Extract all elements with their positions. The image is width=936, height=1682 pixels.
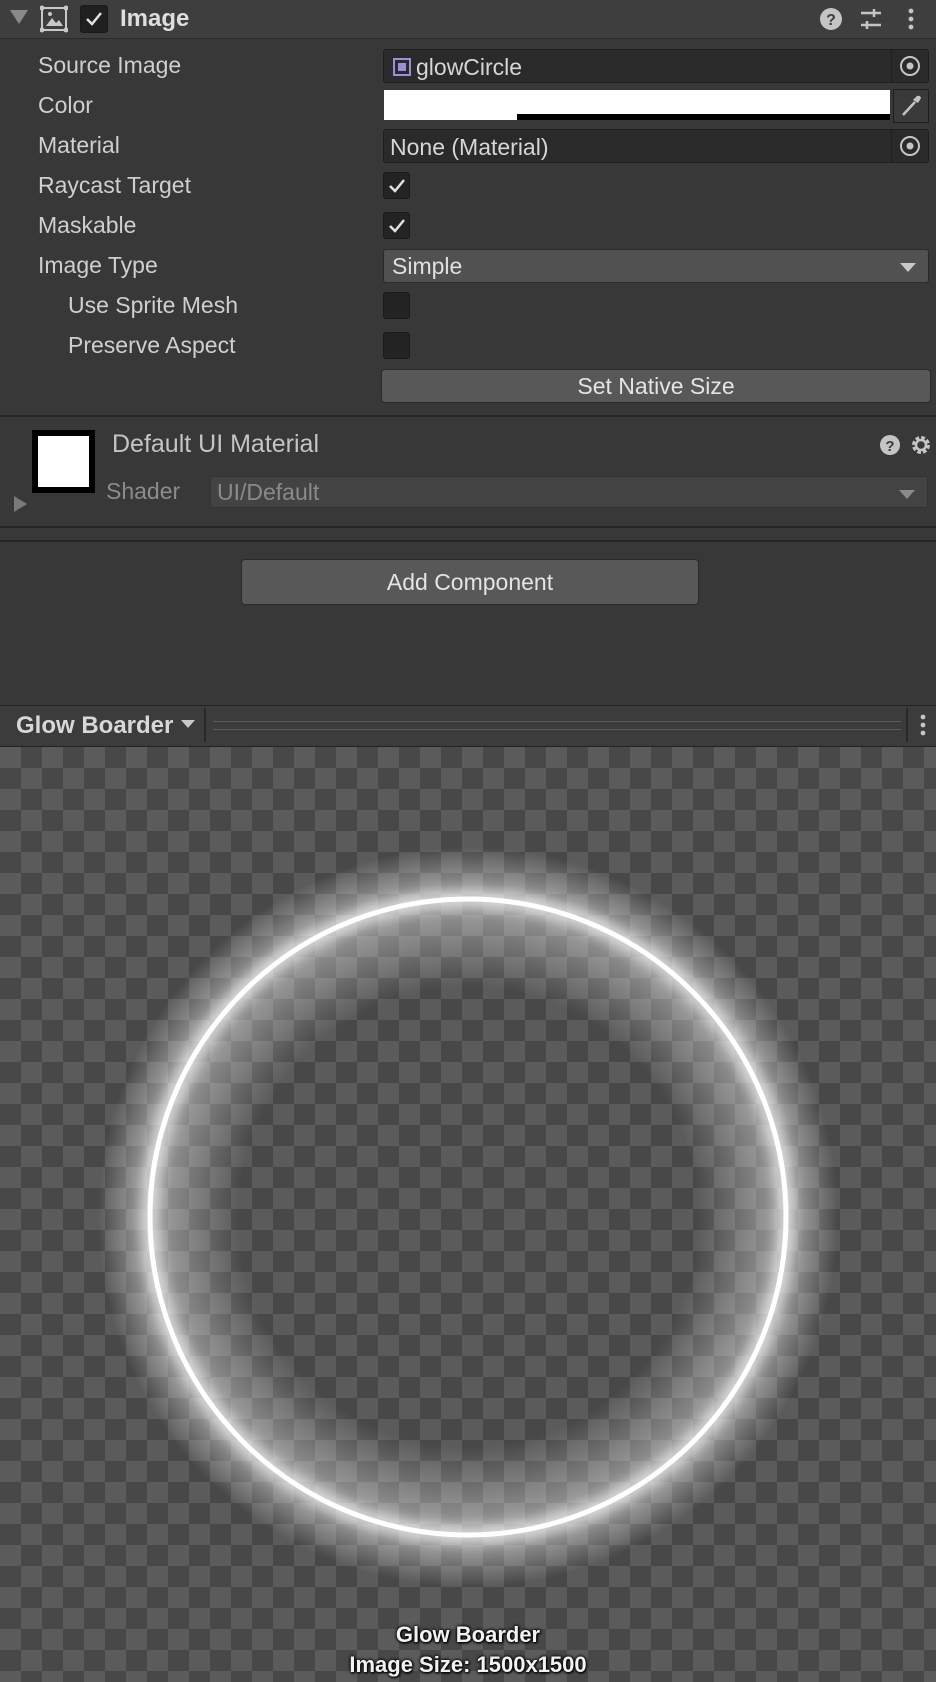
svg-text:?: ? bbox=[826, 12, 836, 29]
maskable-checkbox[interactable] bbox=[383, 212, 410, 239]
component-title: Image bbox=[120, 5, 190, 32]
gear-icon[interactable] bbox=[908, 432, 934, 458]
preview-title[interactable]: Glow Boarder bbox=[16, 712, 173, 740]
preserve-aspect-checkbox[interactable] bbox=[383, 332, 410, 359]
image-type-label: Image Type bbox=[38, 252, 158, 278]
chevron-down-icon bbox=[900, 263, 916, 272]
material-label: Material bbox=[38, 132, 120, 158]
eyedropper-icon[interactable] bbox=[893, 89, 929, 123]
image-type-value: Simple bbox=[392, 253, 463, 279]
color-label: Color bbox=[38, 92, 93, 118]
foldout-arrow-icon[interactable] bbox=[10, 10, 28, 24]
source-image-label: Source Image bbox=[38, 52, 182, 78]
material-title: Default UI Material bbox=[112, 430, 320, 458]
set-native-size-button[interactable]: Set Native Size bbox=[381, 369, 931, 403]
material-thumbnail bbox=[32, 430, 95, 493]
preview-caption-size: Image Size: 1500x1500 bbox=[349, 1652, 587, 1677]
divider bbox=[0, 415, 936, 417]
use-sprite-mesh-label: Use Sprite Mesh bbox=[68, 292, 239, 318]
glow-circle-preview bbox=[98, 847, 838, 1587]
material-field[interactable]: None (Material) bbox=[383, 129, 929, 163]
help-icon[interactable]: ? bbox=[818, 6, 844, 32]
component-enabled-checkbox[interactable] bbox=[80, 5, 108, 33]
material-value: None (Material) bbox=[390, 134, 549, 160]
image-type-dropdown[interactable]: Simple bbox=[383, 249, 929, 283]
shader-value: UI/Default bbox=[217, 479, 320, 505]
image-component-icon bbox=[39, 5, 69, 33]
object-picker-icon[interactable] bbox=[891, 130, 928, 162]
preserve-aspect-label: Preserve Aspect bbox=[68, 332, 236, 358]
source-image-field[interactable]: glowCircle bbox=[383, 49, 929, 83]
preset-sliders-icon[interactable] bbox=[858, 6, 884, 32]
svg-text:?: ? bbox=[885, 438, 894, 455]
chevron-down-icon bbox=[899, 490, 915, 499]
source-image-value: glowCircle bbox=[416, 54, 523, 80]
add-component-button[interactable]: Add Component bbox=[241, 559, 699, 605]
kebab-menu-icon[interactable] bbox=[910, 712, 936, 738]
chevron-down-icon[interactable] bbox=[181, 720, 195, 728]
divider bbox=[0, 526, 936, 528]
material-foldout-icon[interactable] bbox=[14, 496, 27, 512]
color-alpha-bar bbox=[517, 114, 890, 120]
shader-label: Shader bbox=[106, 478, 181, 504]
preview-caption-name: Glow Boarder bbox=[395, 1622, 541, 1647]
maskable-label: Maskable bbox=[38, 212, 137, 238]
sprite-icon bbox=[392, 57, 412, 82]
divider bbox=[906, 708, 908, 742]
help-icon[interactable]: ? bbox=[878, 433, 902, 457]
raycast-target-checkbox[interactable] bbox=[383, 172, 410, 199]
divider bbox=[0, 540, 936, 542]
use-sprite-mesh-checkbox[interactable] bbox=[383, 292, 410, 319]
raycast-target-label: Raycast Target bbox=[38, 172, 191, 198]
divider bbox=[204, 708, 206, 742]
object-picker-icon[interactable] bbox=[891, 50, 928, 82]
shader-dropdown: UI/Default bbox=[210, 476, 928, 508]
color-field[interactable] bbox=[383, 89, 929, 123]
kebab-menu-icon[interactable] bbox=[898, 6, 924, 32]
resize-drag-handle[interactable] bbox=[213, 721, 901, 730]
